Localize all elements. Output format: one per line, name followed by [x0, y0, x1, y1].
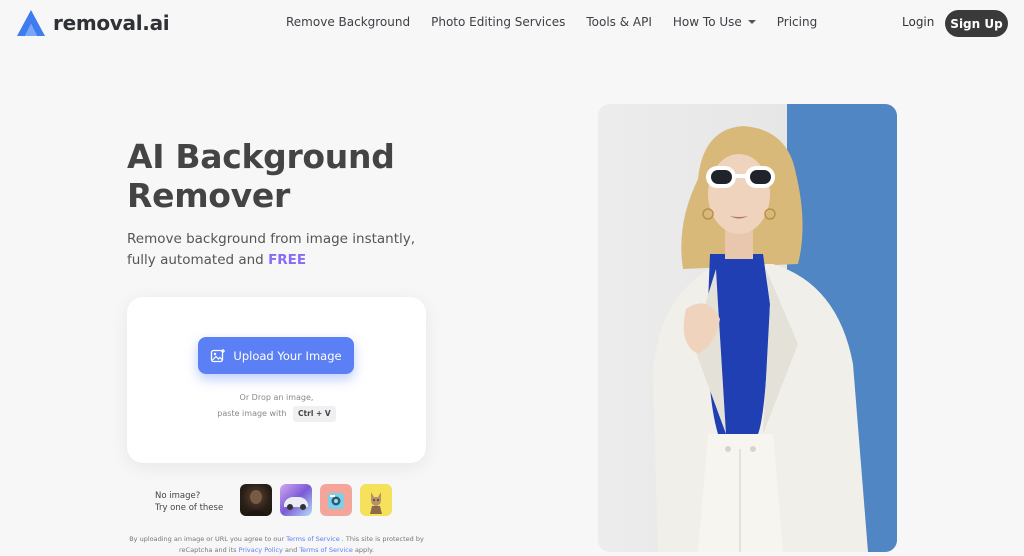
sample-image-dog[interactable]	[360, 484, 392, 516]
page-title: AI Background Remover	[127, 137, 395, 215]
drop-instructions: Or Drop an image, paste image with Ctrl …	[127, 390, 426, 422]
portrait-thumbnail-icon	[245, 490, 267, 516]
sample-images	[240, 484, 400, 516]
sample-image-portrait[interactable]	[240, 484, 272, 516]
tos-suffix: apply.	[354, 546, 374, 554]
brand-name: removal.ai	[53, 11, 170, 35]
chevron-down-icon	[747, 20, 756, 24]
camera-thumbnail-icon	[328, 493, 344, 509]
sample-prompt: No image? Try one of these	[155, 490, 223, 514]
nav-photo-editing-services[interactable]: Photo Editing Services	[431, 15, 565, 29]
terms-of-service-link-2[interactable]: Terms of Service	[299, 546, 353, 554]
privacy-policy-link[interactable]: Privacy Policy	[239, 546, 283, 554]
upload-dropzone[interactable]: Upload Your Image Or Drop an image, past…	[127, 297, 426, 463]
nav-how-to-use[interactable]: How To Use	[673, 15, 756, 29]
sample-prompt-line2: Try one of these	[155, 503, 224, 513]
brand-logo[interactable]: removal.ai	[16, 9, 170, 37]
nav-how-to-use-label: How To Use	[672, 15, 742, 29]
sample-image-car[interactable]	[280, 484, 312, 516]
image-upload-icon	[211, 348, 226, 362]
hero-image	[598, 104, 897, 552]
tos-and: and	[285, 546, 298, 554]
sample-prompt-line1: No image?	[155, 491, 201, 501]
free-highlight: FREE	[268, 252, 307, 268]
top-nav: removal.ai Remove Background Photo Editi…	[0, 0, 1024, 46]
nav-pricing[interactable]: Pricing	[777, 15, 817, 29]
tos-prefix: By uploading an image or URL you agree t…	[129, 535, 285, 543]
paste-shortcut: Ctrl + V	[293, 406, 336, 422]
upload-button-label: Upload Your Image	[233, 348, 342, 363]
drop-line2: paste image with	[217, 409, 287, 418]
nav-tools-api[interactable]: Tools & API	[586, 15, 652, 29]
model-illustration	[653, 126, 868, 552]
hero-subtitle-line1: Remove background from image instantly,	[127, 231, 416, 247]
nav-remove-background[interactable]: Remove Background	[286, 15, 410, 29]
hero-subtitle-line2: fully automated and	[127, 252, 264, 268]
login-link[interactable]: Login	[902, 15, 934, 29]
terms-of-service-link[interactable]: Terms of Service	[286, 535, 340, 543]
signup-button[interactable]: Sign Up	[945, 10, 1008, 37]
removal-logo-icon	[17, 10, 45, 36]
nav-links: Remove Background Photo Editing Services…	[286, 15, 838, 29]
dog-thumbnail-icon	[370, 492, 382, 514]
hero-subtitle: Remove background from image instantly, …	[127, 229, 447, 271]
terms-notice: By uploading an image or URL you agree t…	[127, 534, 426, 556]
car-thumbnail-icon	[284, 497, 308, 510]
upload-image-button[interactable]: Upload Your Image	[198, 337, 354, 374]
drop-line1: Or Drop an image,	[239, 393, 314, 402]
sample-image-camera[interactable]	[320, 484, 352, 516]
